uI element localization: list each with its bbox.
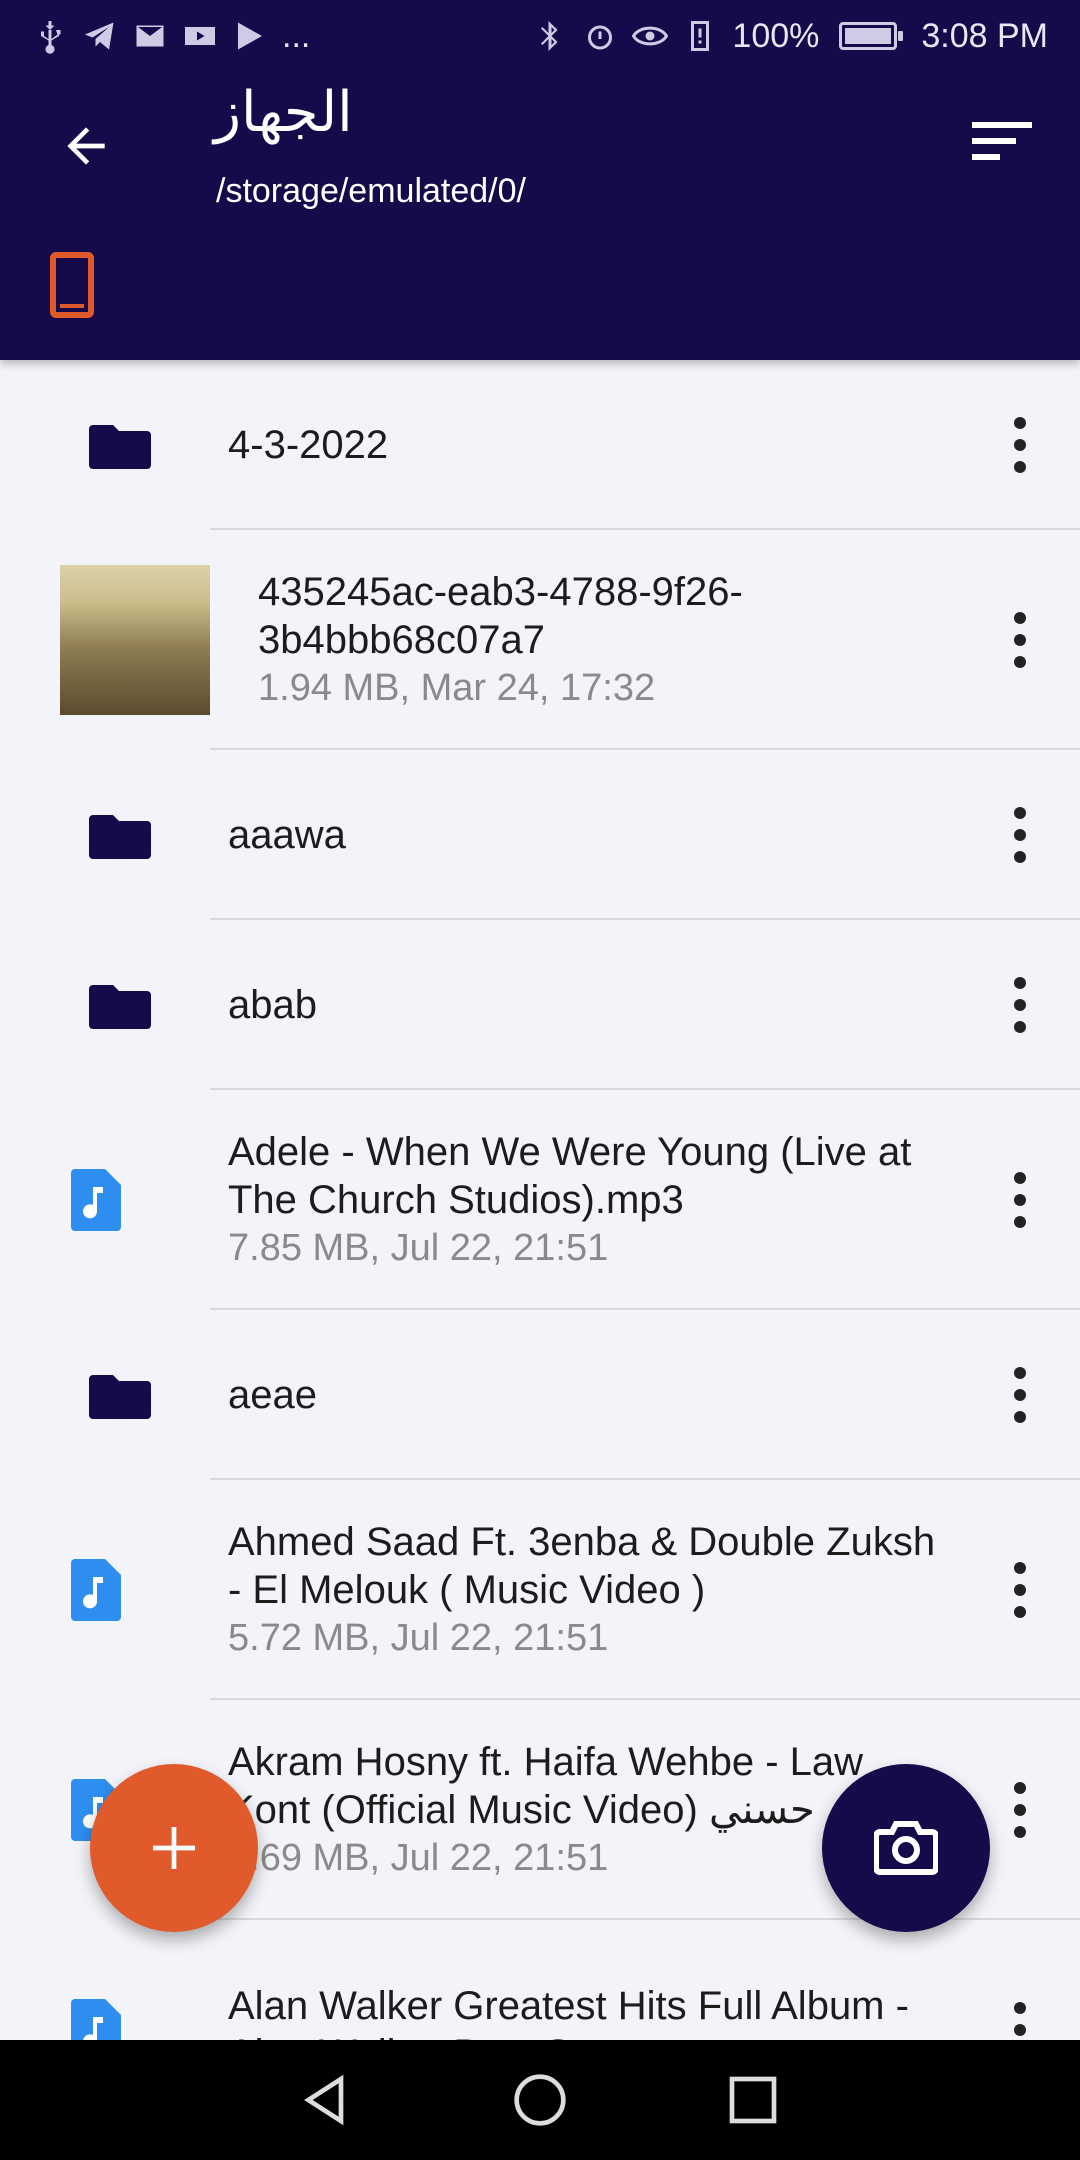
bluetooth-icon [541,21,558,51]
item-text: 435245ac-eab3-4788-9f26-3b4bbb68c07a7 1.… [258,568,950,712]
item-name: 435245ac-eab3-4788-9f26-3b4bbb68c07a7 [258,570,743,662]
list-item[interactable]: aaawa [0,750,1080,920]
status-right-icons: 100% 3:08 PM [532,17,1048,56]
item-name: 4-3-2022 [228,423,389,467]
battery-icon [839,22,904,50]
nav-back-icon [303,2074,343,2126]
nav-home-icon [514,2074,566,2126]
system-nav-bar [0,2040,1080,2160]
item-text: aeae [228,1371,950,1419]
music-file-icon [70,1169,122,1231]
current-path: /storage/emulated/0/ [216,172,526,210]
add-button[interactable] [90,1764,258,1932]
battery-percent: 100% [732,16,820,55]
list-item[interactable]: Alan Walker Greatest Hits Full Album - A… [0,1920,1080,2040]
more-vert-icon[interactable] [1000,410,1040,480]
phone-icon[interactable] [50,252,94,318]
alarm-icon [588,25,613,50]
more-vert-icon[interactable] [1000,605,1040,675]
folder-icon [60,1371,180,1419]
nav-recents-icon [729,2076,777,2124]
page-title: الجهاز [214,80,353,145]
more-vert-icon[interactable] [1000,1775,1040,1845]
list-item[interactable]: 4-3-2022 [0,360,1080,530]
item-name: Adele - When We Were Young (Live at The … [228,1130,912,1222]
camera-icon [874,1821,938,1875]
list-item[interactable]: 435245ac-eab3-4788-9f26-3b4bbb68c07a7 1.… [0,530,1080,750]
camera-button[interactable] [822,1764,990,1932]
list-item[interactable]: Ahmed Saad Ft. 3enba & Double Zuksh - El… [0,1480,1080,1700]
folder-icon [60,811,180,859]
arrow-left-icon [67,127,105,165]
more-notifications: ... [282,16,311,55]
youtube-icon [185,27,215,45]
image-thumbnail [60,565,210,715]
folder-icon [60,981,180,1029]
list-item[interactable]: abab [0,920,1080,1090]
battery-alert-icon [691,21,710,51]
mail-icon [136,25,164,47]
back-button[interactable] [50,110,122,182]
nav-home-button[interactable] [500,2060,580,2140]
more-vert-icon[interactable] [1000,1360,1040,1430]
sort-button[interactable] [964,110,1040,174]
item-name: abab [228,983,317,1027]
list-item[interactable]: aeae [0,1310,1080,1480]
item-text: Ahmed Saad Ft. 3enba & Double Zuksh - El… [228,1518,950,1662]
item-name: aaawa [228,813,346,857]
item-text: Adele - When We Were Young (Live at The … [228,1128,950,1272]
more-vert-icon[interactable] [1000,1995,1040,2040]
item-meta: 5.72 MB, Jul 22, 21:51 [228,1617,609,1659]
list-item[interactable]: Adele - When We Were Young (Live at The … [0,1090,1080,1310]
item-name: aeae [228,1373,317,1417]
folder-icon [60,421,180,469]
status-time: 3:08 PM [921,16,1048,55]
more-vert-icon[interactable] [1000,970,1040,1040]
item-name: Alan Walker Greatest Hits Full Album - A… [228,1984,909,2040]
usb-icon [41,21,61,54]
item-meta: 7.85 MB, Jul 22, 21:51 [228,1227,609,1269]
music-file-icon [70,1999,122,2040]
music-file-icon [70,1559,122,1621]
nav-recents-button[interactable] [713,2060,793,2140]
more-vert-icon[interactable] [1000,1165,1040,1235]
item-text: aaawa [228,811,950,859]
nav-back-button[interactable] [287,2060,367,2140]
more-vert-icon[interactable] [1000,800,1040,870]
app-bar: ... 100% 3:08 PM الجهاز /storage/emulate… [0,0,1080,360]
sort-icon [972,122,1032,160]
item-text: abab [228,981,950,1029]
plus-icon [153,1827,195,1869]
status-left-icons: ... [32,17,310,56]
item-text: Alan Walker Greatest Hits Full Album - A… [228,1982,950,2040]
telegram-icon [85,22,114,50]
status-bar: ... 100% 3:08 PM [0,0,1080,72]
more-vert-icon[interactable] [1000,1555,1040,1625]
play-store-icon [238,22,262,50]
item-meta: 1.94 MB, Mar 24, 17:32 [258,667,656,709]
eye-icon [632,26,669,46]
item-text: 4-3-2022 [228,421,950,469]
item-name: Ahmed Saad Ft. 3enba & Double Zuksh - El… [228,1520,936,1612]
